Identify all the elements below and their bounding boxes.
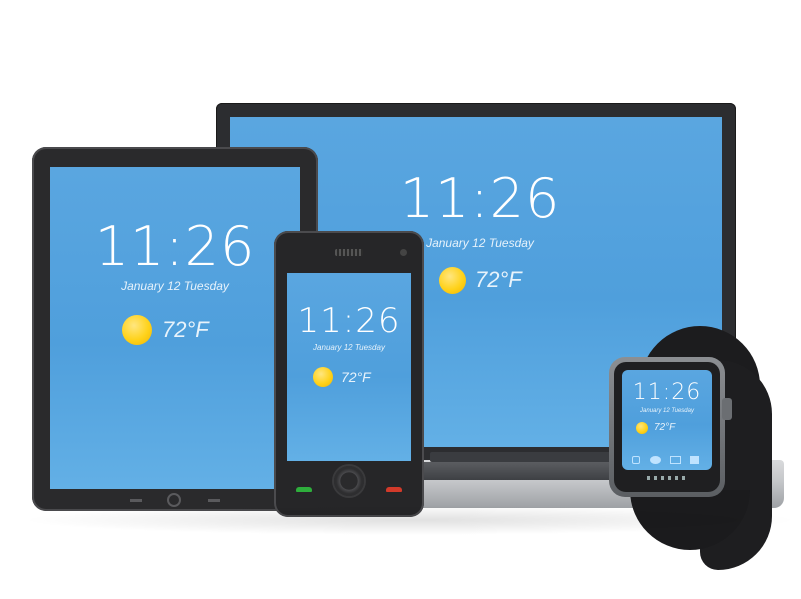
watch-mail-icon[interactable] (670, 456, 681, 464)
phone-time: 11:26 (297, 301, 401, 341)
ground-shadow (20, 505, 800, 535)
tablet-time: 11:26 (94, 215, 256, 278)
phone-screen: 11:26 January 12 Tuesday 72°F (287, 273, 411, 461)
laptop-time: 11:26 (399, 167, 561, 230)
tablet-sun-icon (122, 315, 152, 345)
laptop-sun-icon (439, 267, 466, 294)
watch-sun-icon (636, 422, 648, 434)
phone-call-icon[interactable] (296, 487, 312, 492)
tablet-date: January 12 Tuesday (121, 279, 229, 293)
phone-sun-icon (313, 367, 333, 387)
watch-chat-icon[interactable] (650, 456, 661, 464)
watch-crown[interactable] (722, 398, 732, 420)
phone: 11:26 January 12 Tuesday 72°F (274, 231, 424, 517)
watch-screen: 11:26 January 12 Tuesday 72°F (622, 370, 712, 470)
phone-speaker (335, 249, 363, 256)
tablet-screen: 11:26 January 12 Tuesday 72°F (50, 167, 300, 489)
watch-gift-icon[interactable] (690, 456, 699, 464)
watch-phone-icon[interactable] (632, 456, 640, 464)
phone-temp: 72°F (341, 369, 371, 385)
watch-page-dots (647, 476, 687, 480)
watch-face: 11:26 January 12 Tuesday 72°F (614, 362, 720, 492)
watch-date: January 12 Tuesday (640, 408, 694, 414)
watch-time: 11:26 (632, 380, 702, 405)
phone-home-button[interactable] (334, 466, 364, 496)
phone-date: January 12 Tuesday (313, 343, 385, 352)
phone-end-call-icon[interactable] (386, 487, 402, 492)
tablet-back-icon[interactable] (130, 499, 142, 502)
phone-camera (400, 249, 407, 256)
tablet-menu-icon[interactable] (208, 499, 220, 502)
laptop-temp: 72°F (475, 267, 522, 292)
watch-temp: 72°F (654, 422, 676, 433)
tablet-temp: 72°F (162, 317, 209, 342)
